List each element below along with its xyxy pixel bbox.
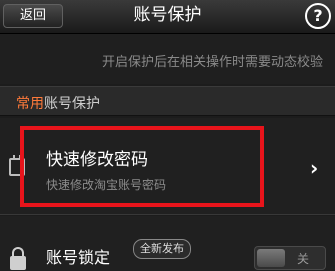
section-header: 常用账号保护 xyxy=(0,86,335,116)
lock-icon xyxy=(10,247,26,270)
account-lock-row: 账号锁定 全新发布 关 xyxy=(0,216,335,271)
toggle-label: 关 xyxy=(297,252,310,266)
section-title-rest: 账号保护 xyxy=(44,96,100,112)
section-title: 常用账号保护 xyxy=(16,93,100,113)
section-title-accent: 常用 xyxy=(16,96,44,112)
toggle-knob xyxy=(257,249,285,267)
quick-change-password-row[interactable]: 快速修改密码 快速修改淘宝账号密码 › xyxy=(0,118,335,215)
help-icon[interactable]: ? xyxy=(305,3,331,29)
new-release-badge: 全新发布 xyxy=(133,239,191,259)
top-bar: 返回 账号保护 ? xyxy=(0,0,335,34)
account-lock-toggle[interactable]: 关 xyxy=(254,246,326,270)
quick-change-password-title: 快速修改密码 xyxy=(46,150,148,170)
notice-text: 开启保护后在相关操作时需要动态校验 xyxy=(101,55,323,70)
page-title: 账号保护 xyxy=(133,5,202,25)
chevron-right-icon: › xyxy=(310,156,319,180)
account-lock-title: 账号锁定 xyxy=(46,248,111,267)
calendar-icon xyxy=(9,155,25,176)
quick-change-password-subtitle: 快速修改淘宝账号密码 xyxy=(46,178,167,192)
protection-notice: 开启保护后在相关操作时需要动态校验 xyxy=(0,34,335,84)
